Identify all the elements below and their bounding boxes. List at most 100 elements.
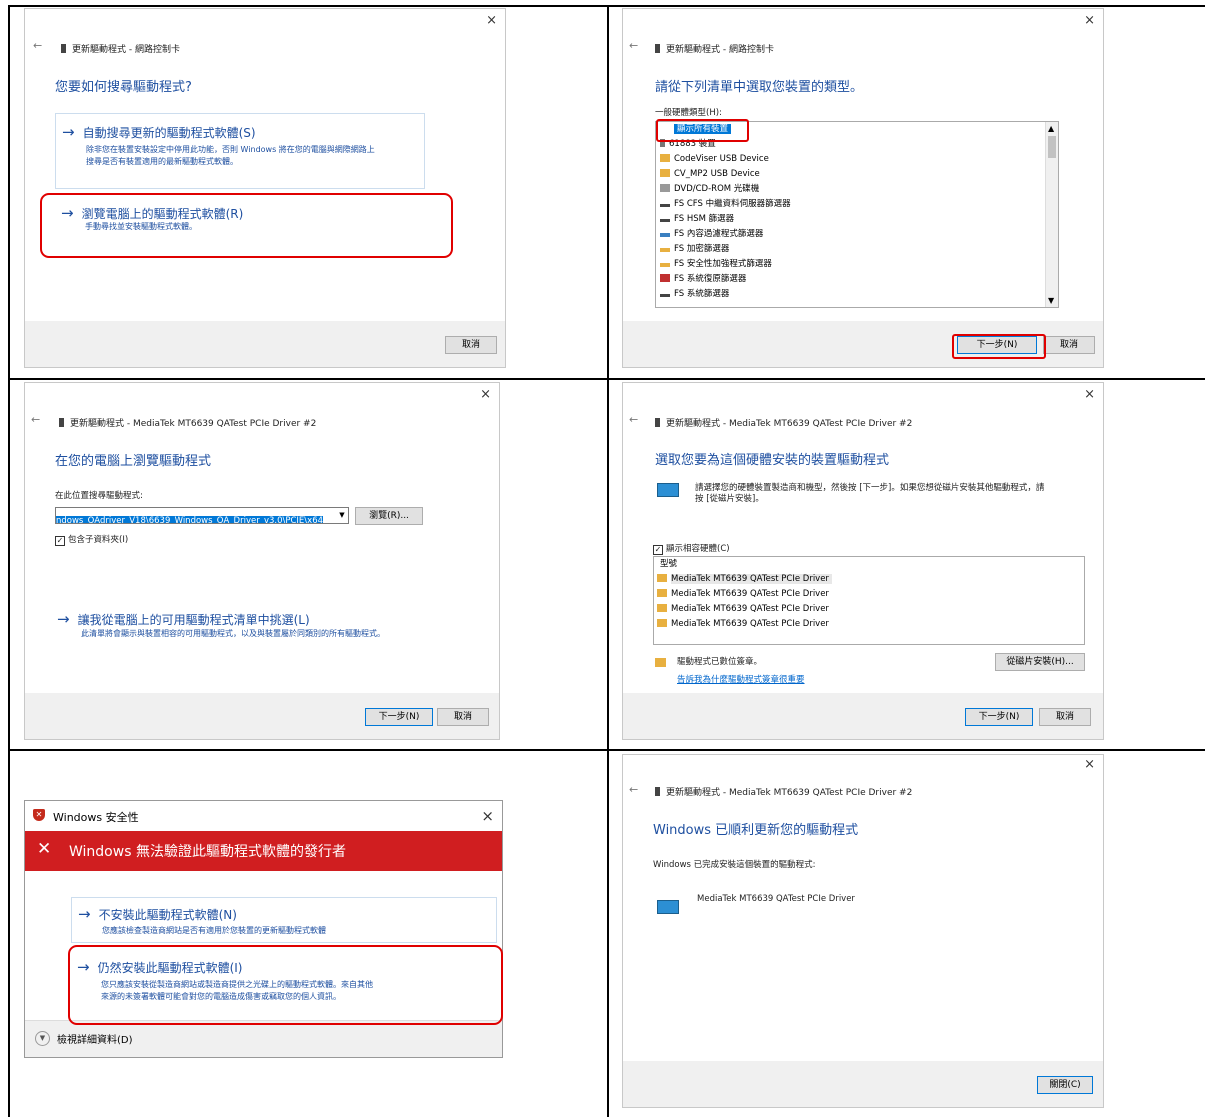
page-title: 選取您要為這個硬體安裝的裝置驅動程式 bbox=[655, 453, 890, 468]
close-icon[interactable]: × bbox=[481, 807, 494, 825]
list-item[interactable]: FS CFS 中繼資料伺服器篩選器 bbox=[656, 197, 1058, 212]
close-icon[interactable]: × bbox=[1084, 13, 1095, 28]
model-list-item[interactable]: MediaTek MT6639 QATest PCIe Driver bbox=[654, 572, 1084, 587]
back-arrow-icon[interactable]: ← bbox=[629, 39, 638, 52]
cancel-button[interactable]: 取消 bbox=[445, 336, 497, 354]
list-item[interactable]: CodeViser USB Device bbox=[656, 152, 1058, 167]
model-list-header: 型號 bbox=[660, 559, 678, 569]
details-bar: ▼ 檢視詳細資料(D) bbox=[25, 1020, 502, 1057]
include-subfolders-checkbox[interactable]: ✓ 包含子資料夾(I) bbox=[55, 533, 128, 546]
close-icon[interactable]: × bbox=[1084, 757, 1095, 772]
back-arrow-icon[interactable]: ← bbox=[629, 783, 638, 796]
checkbox-checked-icon[interactable]: ✓ bbox=[55, 536, 65, 546]
usb-device-icon bbox=[660, 154, 670, 162]
list-item[interactable]: FS 系統復原篩選器 bbox=[656, 272, 1058, 287]
back-arrow-icon[interactable]: ← bbox=[31, 413, 40, 426]
install-anyway-desc-2: 來源的未簽署軟體可能會對您的電腦造成傷害或竊取您的個人資訊。 bbox=[101, 992, 341, 1001]
auto-search-desc-1: 除非您在裝置安裝設定中停用此功能，否則 Windows 將在您的電腦與網際網路上 bbox=[86, 145, 375, 154]
list-item[interactable]: FS 內容過濾程式篩選器 bbox=[656, 227, 1058, 242]
pick-from-list-desc: 此清單將會顯示與裝置相容的可用驅動程式，以及與裝置屬於同類別的所有驅動程式。 bbox=[81, 629, 385, 638]
model-list-item[interactable]: MediaTek MT6639 QATest PCIe Driver bbox=[654, 587, 1084, 602]
dialog-header: 更新驅動程式 - MediaTek MT6639 QATest PCIe Dri… bbox=[655, 785, 912, 798]
device-icon bbox=[655, 44, 660, 53]
driver-icon bbox=[657, 589, 667, 597]
close-button[interactable]: 關閉(C) bbox=[1037, 1076, 1093, 1094]
model-list-item[interactable]: MediaTek MT6639 QATest PCIe Driver bbox=[654, 602, 1084, 617]
model-list-item[interactable]: MediaTek MT6639 QATest PCIe Driver bbox=[654, 617, 1084, 632]
close-icon[interactable]: × bbox=[486, 13, 497, 28]
back-arrow-icon[interactable]: ← bbox=[629, 413, 638, 426]
device-icon bbox=[59, 418, 64, 427]
dialog-footer: 取消 bbox=[25, 321, 505, 367]
close-icon[interactable]: × bbox=[480, 387, 491, 402]
view-details-toggle[interactable]: 檢視詳細資料(D) bbox=[57, 1031, 133, 1046]
dont-install-option[interactable]: → 不安裝此驅動程式軟體(N) 您應該檢查製造商網站是否有適用於您裝置的更新驅動程… bbox=[71, 897, 497, 943]
expand-chevron-icon[interactable]: ▼ bbox=[35, 1031, 50, 1046]
success-desc: Windows 已完成安裝這個裝置的驅動程式: bbox=[653, 860, 816, 870]
arrow-right-icon: → bbox=[62, 123, 75, 141]
next-button[interactable]: 下一步(N) bbox=[365, 708, 433, 726]
arrow-right-icon: → bbox=[61, 204, 74, 222]
list-item[interactable]: 61883 裝置 bbox=[656, 137, 1058, 152]
browse-button[interactable]: 瀏覽(R)... bbox=[355, 507, 423, 525]
grid-middle bbox=[607, 5, 609, 1117]
hardware-type-list[interactable]: 顯示所有裝置 61883 裝置 CodeViser USB Device CV_… bbox=[655, 121, 1059, 308]
pick-from-list-option[interactable]: → 讓我從電腦上的可用驅動程式清單中挑選(L) 此清單將會顯示與裝置相容的可用驅動… bbox=[57, 609, 467, 645]
cancel-button[interactable]: 取消 bbox=[437, 708, 489, 726]
show-compatible-label: 顯示相容硬體(C) bbox=[666, 544, 730, 554]
cancel-button[interactable]: 取消 bbox=[1039, 708, 1091, 726]
list-item-label: FS CFS 中繼資料伺服器篩選器 bbox=[674, 199, 791, 209]
close-icon[interactable]: × bbox=[1084, 387, 1095, 402]
list-item-label: FS 系統復原篩選器 bbox=[674, 274, 747, 284]
back-arrow-icon[interactable]: ← bbox=[33, 39, 42, 52]
dialog-header: 更新驅動程式 - 網路控制卡 bbox=[61, 42, 180, 55]
dont-install-title: 不安裝此驅動程式軟體(N) bbox=[98, 908, 237, 922]
list-item-label: 61883 裝置 bbox=[669, 139, 716, 149]
chevron-down-icon[interactable]: ▼ bbox=[336, 508, 348, 523]
arrow-right-icon: → bbox=[77, 958, 90, 976]
driver-icon bbox=[657, 604, 667, 612]
list-item[interactable]: FS 加密篩選器 bbox=[656, 242, 1058, 257]
grid-left bbox=[8, 5, 10, 1117]
page-title: 請從下列清單中選取您裝置的類型。 bbox=[655, 80, 864, 95]
dialog-browse-driver: × ← 更新驅動程式 - MediaTek MT6639 QATest PCIe… bbox=[24, 382, 500, 740]
list-scrollbar[interactable]: ▲ ▼ bbox=[1045, 122, 1058, 307]
list-item[interactable]: FS HSM 篩選器 bbox=[656, 212, 1058, 227]
driver-path-value[interactable]: ndows_QAdriver_V18\6639_Windows_QA_Drive… bbox=[56, 516, 324, 523]
show-compatible-checkbox[interactable]: ✓ 顯示相容硬體(C) bbox=[653, 542, 730, 555]
filter-icon bbox=[660, 233, 670, 237]
dialog-select-driver: × ← 更新驅動程式 - MediaTek MT6639 QATest PCIe… bbox=[622, 382, 1104, 740]
list-item[interactable]: FS 系統篩選器 bbox=[656, 287, 1058, 302]
chevron-down-icon[interactable]: ▼ bbox=[1048, 296, 1054, 305]
install-anyway-option[interactable]: → 仍然安裝此驅動程式軟體(I) 您只應該安裝從製造商網站或製造商提供之光碟上的驅… bbox=[71, 953, 495, 1009]
model-label: MediaTek MT6639 QATest PCIe Driver bbox=[671, 619, 829, 629]
driver-path-combobox[interactable]: ndows_QAdriver_V18\6639_Windows_QA_Drive… bbox=[55, 507, 349, 524]
restore-icon bbox=[660, 274, 670, 282]
device-icon bbox=[61, 44, 66, 53]
cancel-button[interactable]: 取消 bbox=[1043, 336, 1095, 354]
dialog-footer: 關閉(C) bbox=[623, 1061, 1103, 1107]
scrollbar-thumb[interactable] bbox=[1048, 136, 1056, 158]
chevron-up-icon[interactable]: ▲ bbox=[1048, 124, 1054, 133]
dialog-windows-security: ✕ Windows 安全性 × ✕ Windows 無法驗證此驅動程式軟體的發行… bbox=[24, 800, 503, 1058]
driver-icon bbox=[657, 619, 667, 627]
list-item[interactable]: CV_MP2 USB Device bbox=[656, 167, 1058, 182]
next-button[interactable]: 下一步(N) bbox=[965, 708, 1033, 726]
pick-from-list-title: 讓我從電腦上的可用驅動程式清單中挑選(L) bbox=[77, 613, 310, 627]
arrow-right-icon: → bbox=[57, 610, 70, 628]
auto-search-option[interactable]: → 自動搜尋更新的驅動程式軟體(S) 除非您在裝置安裝設定中停用此功能，否則 Wi… bbox=[55, 113, 425, 189]
browse-computer-option[interactable]: → 瀏覽電腦上的驅動程式軟體(R) 手動尋找並安裝驅動程式軟體。 bbox=[55, 199, 423, 243]
dialog-header: 更新驅動程式 - 網路控制卡 bbox=[655, 42, 774, 55]
list-item[interactable]: FS 安全性加強程式篩選器 bbox=[656, 257, 1058, 272]
model-label: MediaTek MT6639 QATest PCIe Driver bbox=[671, 589, 829, 599]
list-item-all[interactable]: 顯示所有裝置 bbox=[656, 122, 1058, 137]
list-item[interactable]: DVD/CD-ROM 光碟機 bbox=[656, 182, 1058, 197]
next-button[interactable]: 下一步(N) bbox=[957, 336, 1037, 354]
dialog-header: 更新驅動程式 - MediaTek MT6639 QATest PCIe Dri… bbox=[59, 416, 316, 429]
model-list[interactable]: 型號 MediaTek MT6639 QATest PCIe Driver Me… bbox=[653, 556, 1085, 645]
checkbox-checked-icon[interactable]: ✓ bbox=[653, 545, 663, 555]
why-signing-link[interactable]: 告訴我為什麼驅動程式簽章很重要 bbox=[677, 673, 805, 685]
device-icon bbox=[655, 787, 660, 796]
have-disk-button[interactable]: 從磁片安裝(H)... bbox=[995, 653, 1085, 671]
installed-device-name: MediaTek MT6639 QATest PCIe Driver bbox=[697, 894, 855, 904]
